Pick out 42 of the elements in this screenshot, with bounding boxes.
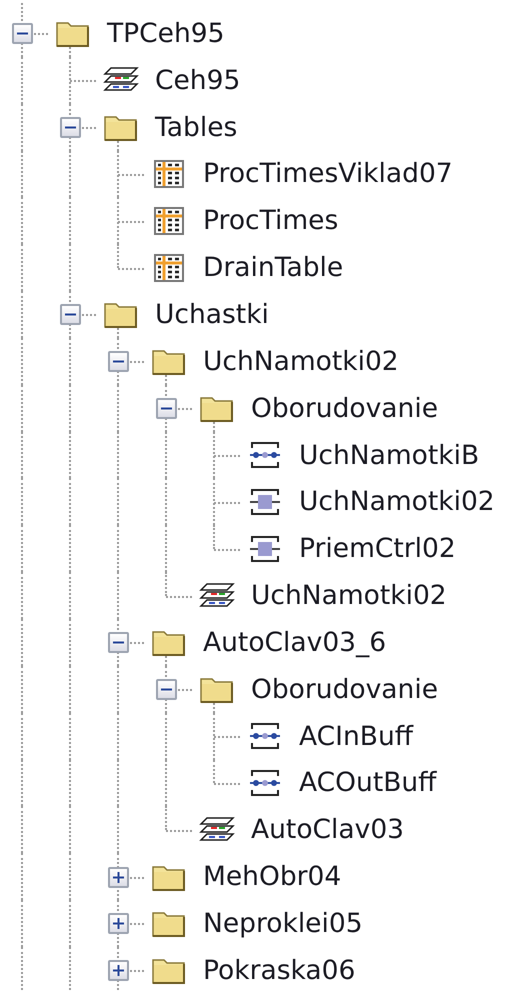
tree-item-label[interactable]: Ceh95	[155, 64, 240, 96]
tree-item-label[interactable]: Pokraska06	[203, 954, 356, 986]
collapse-button[interactable]	[60, 304, 81, 326]
expand-button[interactable]	[108, 866, 129, 888]
tree-item-label[interactable]: Neproklei05	[203, 908, 363, 939]
connector-icon	[247, 440, 283, 470]
tree-item-label[interactable]: ProcTimesViklad07	[203, 158, 453, 190]
block-icon	[247, 486, 283, 517]
expand-button[interactable]	[108, 913, 129, 934]
plus-icon	[112, 964, 125, 978]
block-icon	[247, 534, 283, 564]
tree-item-label[interactable]: ACInBuff	[299, 720, 414, 752]
collapse-button[interactable]	[108, 351, 129, 372]
tree-item-label[interactable]: PriemCtrl02	[299, 533, 456, 564]
tree-item-label[interactable]: Oborudovanie	[251, 392, 438, 424]
table-icon	[151, 252, 187, 283]
tree-item-label[interactable]: AutoClav03_6	[203, 626, 386, 658]
expand-button[interactable]	[108, 960, 129, 982]
tree-item-label[interactable]: Uchastki	[155, 298, 269, 330]
plus-icon	[112, 870, 125, 884]
table-icon	[151, 158, 187, 189]
tree-item-label[interactable]: UchNamotki02	[299, 486, 495, 518]
tree-item-label[interactable]: UchNamotkiB	[299, 440, 480, 471]
collapse-button[interactable]	[156, 679, 177, 700]
plus-icon	[112, 917, 125, 930]
tree-item-label[interactable]: DrainTable	[203, 252, 344, 284]
collapse-button[interactable]	[60, 117, 81, 138]
tree-item-label[interactable]: MehObr04	[203, 861, 342, 892]
tree-item-label[interactable]: Tables	[155, 112, 238, 143]
tree-item-label[interactable]: Oborudovanie	[251, 674, 438, 705]
tree-item-label[interactable]: ProcTimes	[203, 205, 338, 236]
collapse-button[interactable]	[108, 632, 129, 654]
connector-icon	[247, 721, 283, 752]
table-icon	[151, 206, 187, 236]
tree-item-label[interactable]: UchNamotki02	[203, 346, 399, 377]
tree-item-label[interactable]: ACOutBuff	[299, 767, 436, 798]
tree-item-label[interactable]: AutoClav03	[251, 814, 404, 846]
tree-item-label[interactable]: TPCeh95	[107, 18, 224, 49]
collapse-button[interactable]	[156, 398, 177, 420]
collapse-button[interactable]	[12, 23, 33, 44]
connector-icon	[247, 768, 283, 798]
tree-item-label[interactable]: UchNamotki02	[251, 580, 447, 612]
